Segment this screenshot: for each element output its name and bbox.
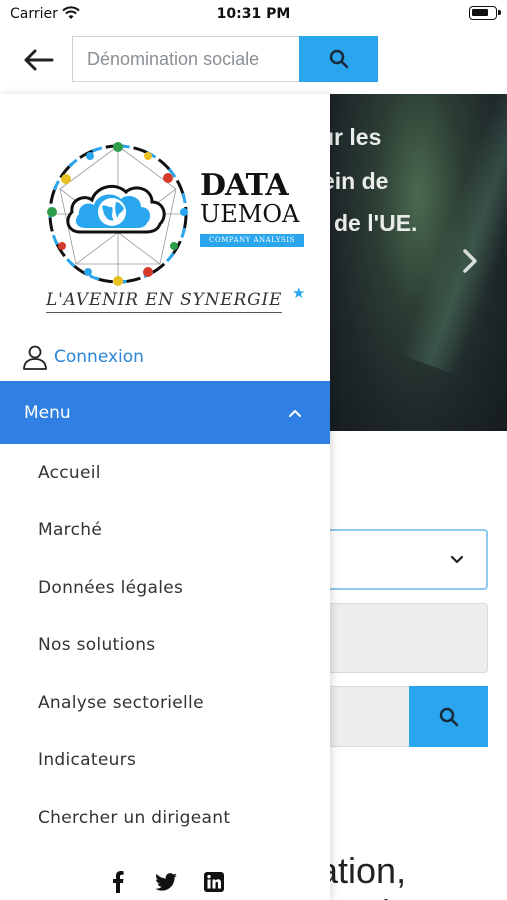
menu-item-marche[interactable]: Marché bbox=[0, 502, 330, 560]
section-heading-continued: ri bbox=[370, 892, 390, 900]
hero-banner: ur les ein de de l'UE. bbox=[330, 94, 507, 431]
chevron-down-icon bbox=[450, 555, 464, 564]
menu-list: Accueil Marché Données légales Nos solut… bbox=[0, 444, 330, 847]
top-header bbox=[0, 28, 507, 94]
menu-item-analyse-sectorielle[interactable]: Analyse sectorielle bbox=[0, 674, 330, 732]
menu-item-indicateurs[interactable]: Indicateurs bbox=[0, 732, 330, 790]
login-link[interactable]: Connexion bbox=[22, 342, 144, 372]
globe-cloud-logo-icon bbox=[47, 142, 188, 286]
filter-field[interactable] bbox=[330, 603, 488, 673]
secondary-search-button[interactable] bbox=[409, 686, 488, 747]
search-button[interactable] bbox=[299, 36, 378, 82]
menu-item-accueil[interactable]: Accueil bbox=[0, 444, 330, 502]
search-icon bbox=[439, 707, 458, 726]
star-icon: ★ bbox=[292, 284, 306, 302]
linkedin-icon[interactable] bbox=[202, 870, 226, 894]
login-label: Connexion bbox=[54, 347, 144, 367]
hero-text-line: de l'UE. bbox=[334, 210, 418, 236]
facebook-icon[interactable] bbox=[106, 870, 130, 894]
clock: 10:31 PM bbox=[216, 6, 291, 22]
navigation-drawer: DATA UEMOA COMPANY ANALYSIS L'AVENIR EN … bbox=[0, 94, 330, 900]
arrow-left-icon bbox=[24, 49, 54, 71]
twitter-icon[interactable] bbox=[154, 870, 178, 894]
search-icon bbox=[329, 49, 348, 69]
social-links bbox=[106, 868, 226, 896]
battery-icon bbox=[469, 6, 501, 20]
logo-uemoa-word: UEMOA bbox=[200, 200, 300, 228]
menu-item-nos-solutions[interactable]: Nos solutions bbox=[0, 617, 330, 675]
user-icon bbox=[23, 345, 47, 370]
carousel-next-button[interactable] bbox=[458, 246, 482, 276]
hero-text-line: ein de bbox=[330, 168, 389, 194]
secondary-search-input[interactable] bbox=[330, 686, 410, 747]
chevron-right-icon bbox=[463, 249, 477, 273]
logo-data-word: DATA bbox=[200, 168, 289, 203]
search-input[interactable] bbox=[72, 36, 299, 82]
hero-text-line: ur les bbox=[330, 124, 382, 150]
back-button[interactable] bbox=[18, 42, 58, 78]
tagline: L'AVENIR EN SYNERGIE bbox=[46, 290, 283, 313]
chevron-up-icon bbox=[288, 406, 302, 420]
logo-analysis-badge: COMPANY ANALYSIS bbox=[200, 234, 304, 247]
menu-label: Menu bbox=[24, 402, 71, 423]
filter-select[interactable] bbox=[330, 529, 488, 590]
menu-accordion-header[interactable]: Menu bbox=[0, 381, 330, 444]
status-bar: Carrier 10:31 PM bbox=[0, 0, 507, 28]
menu-item-donnees-legales[interactable]: Données légales bbox=[0, 559, 330, 617]
menu-item-chercher-dirigeant[interactable]: Chercher un dirigeant bbox=[0, 789, 330, 847]
